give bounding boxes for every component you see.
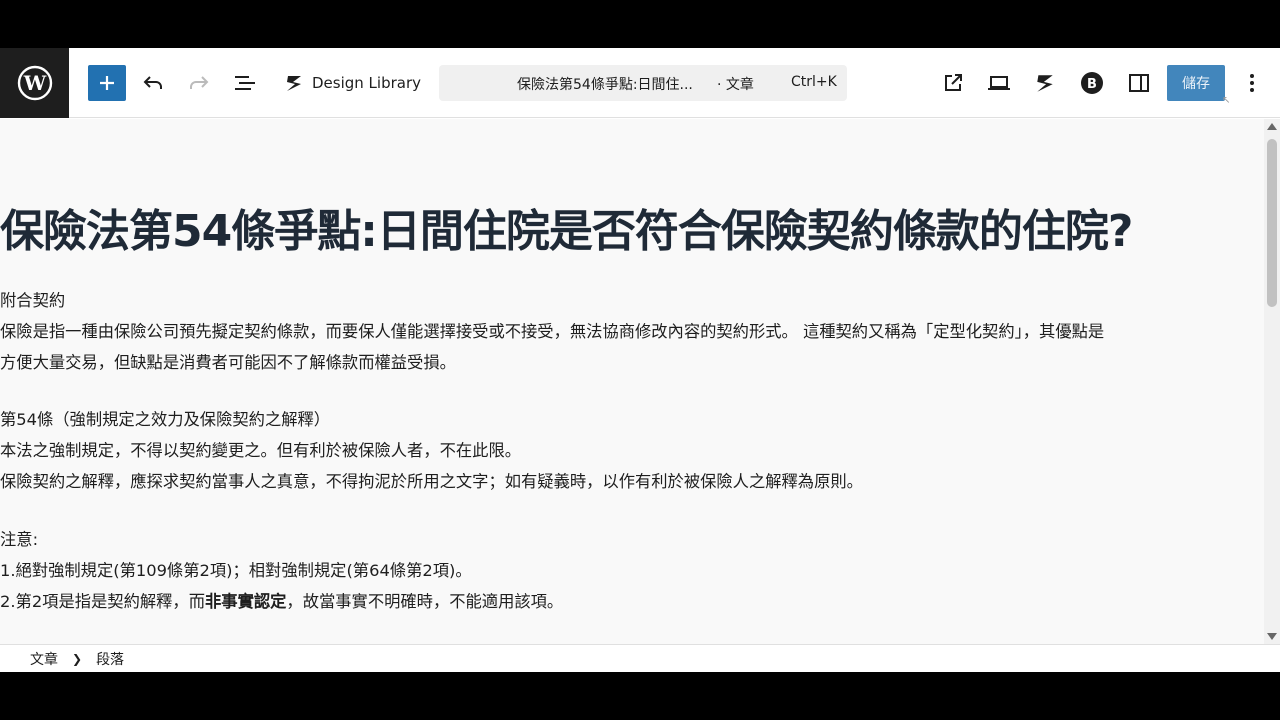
breadcrumb-item-paragraph[interactable]: 段落 [96,649,124,669]
paragraph-line: 2.第2項是指是契約解釋，而非事實認定，故當事實不明確時，不能適用該項。 [0,586,563,617]
design-library-label: Design Library [312,74,422,92]
wordpress-logo-button[interactable]: W [0,48,69,118]
scroll-up-arrow[interactable] [1267,123,1277,130]
command-palette-button[interactable]: 保險法第54條爭點:日間住... · 文章 Ctrl+K [439,65,847,101]
redo-button[interactable] [181,65,217,101]
document-overview-button[interactable] [227,65,263,101]
paragraph-block[interactable]: 第54條（強制規定之效力及保險契約之解釋） 本法之強制規定，不得以契約變更之。但… [0,404,863,497]
options-menu-button[interactable] [1234,65,1270,101]
block-breadcrumb: 文章 ❯ 段落 [0,644,1280,672]
text-run: ，故當事實不明確時，不能適用該項。 [286,592,564,611]
list-view-icon [235,76,255,90]
settings-sidebar-button[interactable] [1121,65,1157,101]
design-library-logo-icon [287,76,301,91]
paragraph-line: 保險是指一種由保險公司預先擬定契約條款，而要保人僅能選擇接受或不接受，無法協商修… [0,322,1105,341]
paragraph-line: 方便大量交易，但缺點是消費者可能因不了解條款而權益受損。 [0,353,456,372]
save-button[interactable]: 儲存 [1167,65,1225,101]
undo-button[interactable] [135,65,171,101]
mouse-cursor-icon: ↖ [1222,95,1231,106]
paragraph-line: 附合契約 [0,291,66,310]
plugin-design-library-button[interactable] [1027,65,1063,101]
plugin-b-button[interactable]: B [1074,65,1110,101]
editor-window: W Design Library 保險法第54條爭點:日間住... · 文章 C… [0,48,1280,672]
sidebar-icon [1129,74,1149,92]
wordpress-icon: W [17,65,52,101]
editor-canvas: 保險法第54條爭點:日間住院是否符合保險契約條款的住院? 附合契約 保險是指一種… [0,119,1264,644]
scroll-down-arrow[interactable] [1267,633,1277,640]
command-shortcut: Ctrl+K [791,74,837,90]
design-library-button[interactable]: Design Library [284,65,421,101]
bold-text: 非事實認定 [205,592,287,611]
laptop-icon [988,76,1010,90]
view-post-button[interactable] [935,65,971,101]
undo-icon [143,76,162,89]
plus-icon [100,76,114,90]
redo-icon [190,76,209,89]
scrollbar-thumb[interactable] [1267,139,1277,307]
paragraph-line: 保險契約之解釋，應探求契約當事人之真意，不得拘泥於所用之文字；如有疑義時，以作有… [0,472,863,491]
post-title[interactable]: 保險法第54條爭點:日間住院是否符合保險契約條款的住院? [0,195,1133,259]
paragraph-block[interactable]: 附合契約 保險是指一種由保險公司預先擬定契約條款，而要保人僅能選擇接受或不接受，… [0,285,1104,378]
paragraph-line: 本法之強制規定，不得以契約變更之。但有利於被保險人者，不在此限。 [0,441,522,460]
paragraph-line: 1.絕對強制規定(第109條第2項)；相對強制規定(第64條第2項)。 [0,561,472,580]
chevron-right-icon: ❯ [72,651,83,666]
breadcrumb-item-post[interactable]: 文章 [30,649,58,669]
add-block-button[interactable] [88,65,126,101]
command-post-type: · 文章 [717,77,754,93]
svg-text:W: W [22,71,46,95]
paragraph-line: 第54條（強制規定之效力及保險契約之解釋） [0,410,331,429]
more-vertical-icon [1250,74,1254,92]
b-badge-icon: B [1081,72,1103,94]
paragraph-block[interactable]: 注意: 1.絕對強制規定(第109條第2項)；相對強制規定(第64條第2項)。 … [0,524,563,617]
preview-device-button[interactable] [981,65,1017,101]
svg-text:B: B [1087,77,1097,92]
editor-toolbar: W Design Library 保險法第54條爭點:日間住... · 文章 C… [0,48,1280,118]
command-post-title: 保險法第54條爭點:日間住... [517,77,693,93]
paragraph-line: 注意: [0,530,39,549]
text-run: 2.第2項是指是契約解釋，而 [0,592,205,611]
design-library-logo-icon [1037,75,1053,92]
external-link-icon [945,74,962,91]
vertical-scrollbar[interactable] [1264,119,1280,644]
